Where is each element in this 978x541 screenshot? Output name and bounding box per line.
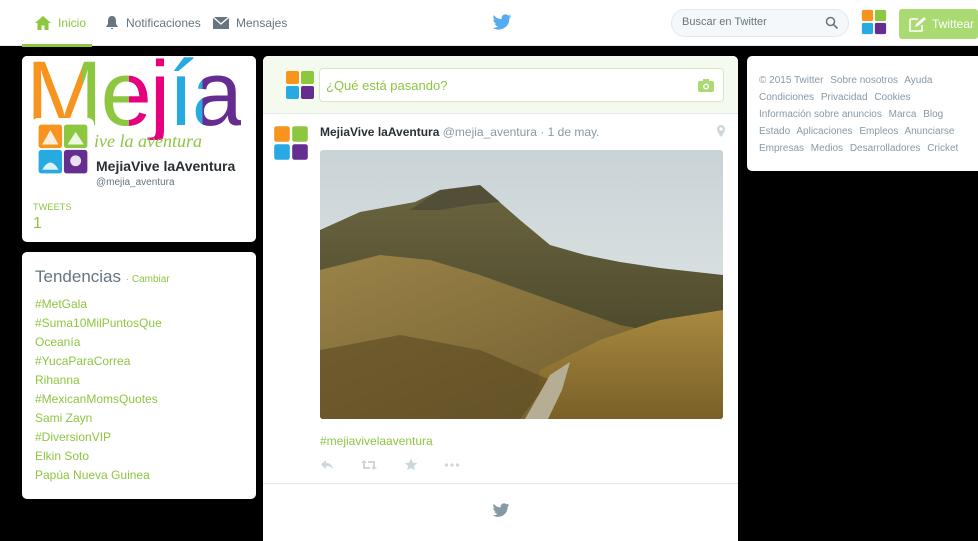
- trend-item[interactable]: #MetGala: [35, 295, 243, 314]
- reply-icon[interactable]: [320, 459, 334, 470]
- bell-icon: [106, 16, 118, 30]
- timeline: ¿Qué está pasando? MejiaVive laAventura …: [263, 56, 738, 541]
- profile-name[interactable]: MejiaVive laAventura: [96, 158, 235, 174]
- tweet-author-avatar[interactable]: [273, 125, 309, 161]
- composer-placeholder: ¿Qué está pasando?: [326, 78, 448, 93]
- profile-handle[interactable]: @mejia_aventura: [96, 177, 175, 188]
- footer-link[interactable]: Medios: [811, 143, 843, 154]
- tweet-date[interactable]: · 1 de may.: [540, 125, 599, 139]
- tweet-header: MejiaVive laAventura @mejia_aventura · 1…: [320, 125, 599, 139]
- twitter-bird-icon[interactable]: [492, 14, 512, 31]
- footer-links: © 2015 Twitter Sobre nosotros Ayuda Cond…: [759, 72, 966, 157]
- nav-notifications[interactable]: Notificaciones: [104, 12, 201, 34]
- composer-avatar: [286, 71, 314, 99]
- retweet-icon[interactable]: [360, 459, 378, 471]
- trend-item[interactable]: Oceanía: [35, 333, 243, 352]
- composer-input[interactable]: ¿Qué está pasando?: [319, 68, 724, 102]
- tweets-stat-count[interactable]: 1: [33, 215, 42, 233]
- trend-item[interactable]: Sami Zayn: [35, 409, 243, 428]
- favorite-star-icon[interactable]: [404, 458, 418, 471]
- trends-header: Tendencias · Cambiar: [35, 267, 243, 287]
- tweet-photo[interactable]: [320, 150, 723, 419]
- banner-subtitle: vive la aventura: [86, 131, 202, 148]
- footer-link[interactable]: Condiciones: [759, 92, 814, 103]
- footer-link[interactable]: Cookies: [874, 92, 910, 103]
- tweet-button[interactable]: Twittear: [899, 9, 978, 39]
- footer-link[interactable]: Ayuda: [904, 75, 932, 86]
- trends-card: Tendencias · Cambiar #MetGala #Suma10Mil…: [22, 252, 256, 499]
- footer-link[interactable]: Blog: [923, 109, 943, 120]
- trend-item[interactable]: #Suma10MilPuntosQue: [35, 314, 243, 333]
- footer-link[interactable]: Sobre nosotros: [830, 75, 898, 86]
- tweet-author-name[interactable]: MejiaVive laAventura: [320, 125, 439, 139]
- footer-link[interactable]: Desarrolladores: [850, 143, 921, 154]
- trend-item[interactable]: #YucaParaCorrea: [35, 352, 243, 371]
- trend-item[interactable]: #MexicanMomsQuotes: [35, 390, 243, 409]
- tweet-composer: ¿Qué está pasando?: [263, 56, 738, 114]
- tweet-author-handle[interactable]: @mejia_aventura: [443, 125, 537, 139]
- nav-messages-label: Mensajes: [236, 16, 288, 30]
- nav-home-label: Inicio: [58, 16, 87, 30]
- trend-item[interactable]: Papúa Nueva Guinea: [35, 466, 243, 485]
- footer-link[interactable]: Marca: [889, 109, 917, 120]
- more-options-icon[interactable]: [444, 462, 460, 468]
- footer-link[interactable]: Empleos: [859, 126, 898, 137]
- camera-icon[interactable]: [697, 78, 715, 93]
- user-avatar[interactable]: [861, 9, 887, 35]
- profile-avatar[interactable]: [32, 118, 94, 180]
- tweet-button-label: Twittear: [932, 17, 975, 31]
- footer-link[interactable]: © 2015 Twitter: [759, 75, 823, 86]
- footer-link[interactable]: Cricket: [927, 143, 958, 154]
- top-navigation-bar: Inicio Notificaciones Mensajes Twittear: [0, 0, 978, 47]
- trends-list: #MetGala #Suma10MilPuntosQue Oceanía #Yu…: [35, 295, 243, 485]
- trend-item[interactable]: #DiversionVIP: [35, 428, 243, 447]
- home-icon: [35, 16, 51, 30]
- timeline-end-bird-icon: [492, 503, 510, 517]
- trends-change-link[interactable]: · Cambiar: [126, 274, 170, 285]
- location-pin-icon[interactable]: [716, 124, 726, 138]
- profile-card[interactable]: Mejía vive la aventura MejiaVive laAvent…: [22, 56, 256, 242]
- nav-home[interactable]: Inicio: [21, 12, 93, 47]
- search-box[interactable]: [671, 9, 849, 37]
- trends-title: Tendencias: [35, 267, 122, 286]
- footer-link[interactable]: Estado: [759, 126, 790, 137]
- trend-item[interactable]: Rihanna: [35, 371, 243, 390]
- trend-item[interactable]: Elkin Soto: [35, 447, 243, 466]
- search-input[interactable]: [682, 16, 822, 28]
- tweet-hashtag[interactable]: #mejiavivelaaventura: [320, 434, 433, 448]
- search-icon[interactable]: [825, 16, 839, 30]
- tweet-actions: [320, 458, 460, 471]
- footer-link[interactable]: Aplicaciones: [796, 126, 852, 137]
- footer-link[interactable]: Anunciarse: [904, 126, 954, 137]
- nav-notifications-label: Notificaciones: [126, 16, 201, 30]
- nav-messages[interactable]: Mensajes: [212, 12, 287, 34]
- footer-link[interactable]: Privacidad: [821, 92, 868, 103]
- envelope-icon: [212, 16, 230, 29]
- tweets-stat-label[interactable]: TWEETS: [33, 202, 72, 212]
- tweet-item[interactable]: MejiaVive laAventura @mejia_aventura · 1…: [263, 114, 738, 484]
- footer-link[interactable]: Empresas: [759, 143, 804, 154]
- footer-links-card: © 2015 Twitter Sobre nosotros Ayuda Cond…: [747, 56, 978, 171]
- compose-icon: [909, 17, 926, 32]
- footer-link[interactable]: Información sobre anuncios: [759, 109, 882, 120]
